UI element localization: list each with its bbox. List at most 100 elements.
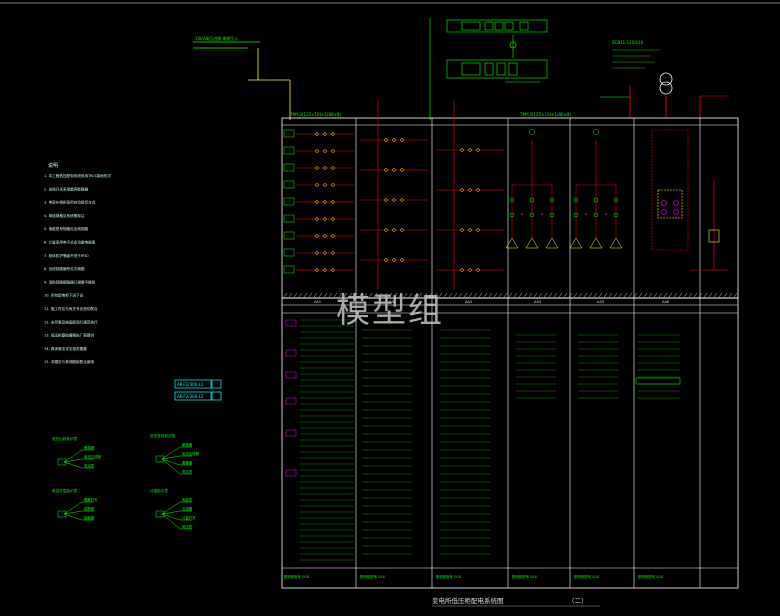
reference-boxes: AK-F2/300-L1 AK-F2/300-L2 xyxy=(174,379,222,401)
hatch-mark xyxy=(703,292,708,298)
hatch-mark xyxy=(558,292,563,298)
breaker-box xyxy=(283,146,295,155)
hatch-mark xyxy=(698,292,703,298)
incoming-cabinet-detail xyxy=(651,129,728,271)
note-line: 2. 出线开关采用塑壳断路器 xyxy=(44,186,89,191)
drawing-title: 变电所低压柜配电系统图 xyxy=(432,596,504,605)
hatch-mark xyxy=(598,292,603,298)
hatch-mark xyxy=(593,292,598,298)
note-line: 13. 低压柜基础槽钢由厂家提供 xyxy=(44,333,94,338)
hatch-mark xyxy=(723,292,728,298)
hatch-mark xyxy=(283,292,288,298)
legend-item: 电流互感器 xyxy=(182,451,200,456)
hatch-mark xyxy=(728,292,733,298)
hatch-mark xyxy=(518,292,523,298)
notes-list: 1. 本工程低压配电系统采用TN-S接地形式 2. 出线开关采用塑壳断路器 3. 电… xyxy=(44,173,111,364)
hatch-mark xyxy=(533,292,538,298)
note-line: 7. 柜体防护等级不低于IP30 xyxy=(44,253,89,258)
hatch-mark xyxy=(448,292,453,298)
hatch-mark xyxy=(473,292,478,298)
hatch-mark xyxy=(603,292,608,298)
cabinet-id: AA1 xyxy=(314,300,321,304)
hatch-mark xyxy=(538,292,543,298)
footer-cells: 配电柜型号 GCK 配电柜型号 GCK 配电柜型号 GCK 配电柜型号 GCK 配电柜型… xyxy=(284,574,664,579)
table-tag xyxy=(285,349,297,357)
hatch-mark xyxy=(548,292,553,298)
legend-leader xyxy=(63,501,83,515)
hatch-mark xyxy=(488,292,493,298)
cabinet-id: AA3 xyxy=(465,300,472,304)
cap-meter xyxy=(593,129,599,135)
legend-item: 电压表 xyxy=(182,524,193,529)
transformer-area: SCB11-1250/10 xyxy=(600,40,730,118)
footer-cell: 配电柜型号 GCK xyxy=(638,574,664,579)
legend-item: 电流互感器 xyxy=(84,454,102,459)
hatch-mark xyxy=(503,292,508,298)
hatch-mark xyxy=(678,292,683,298)
hatch-mark xyxy=(443,292,448,298)
hatch-mark xyxy=(633,292,638,298)
table-note-box xyxy=(635,377,681,385)
hatch-mark xyxy=(693,292,698,298)
hatch-mark xyxy=(303,292,308,298)
hatch-mark xyxy=(458,292,463,298)
note-line: 12. 未尽事宜按国家现行规范执行 xyxy=(44,319,98,324)
hatch-mark xyxy=(288,292,293,298)
note-line: 4. 母线规格见系统图标注 xyxy=(44,213,85,218)
legend-item: 熔断器 xyxy=(84,506,95,511)
footer-cell: 配电柜型号 GCK xyxy=(512,574,538,579)
ref-box-1: AK-F2/300-L1 xyxy=(177,382,204,387)
hatch-mark xyxy=(573,292,578,298)
hatch-mark xyxy=(713,292,718,298)
cabinet-id: AA6 xyxy=(662,300,669,304)
note-line: 15. 本图应与其他图纸配合使用 xyxy=(44,359,94,364)
note-line: 14. 具体做法详见相关图集 xyxy=(44,346,87,351)
table-tag xyxy=(285,319,297,327)
note-line: 6. 计量采用电子式多功能电能表 xyxy=(44,240,96,245)
breaker-box xyxy=(283,248,295,257)
note-line: 3. 电容补偿柜采用自动投切方式 xyxy=(44,200,96,205)
table-tag xyxy=(285,469,297,477)
note-line: 8. 出线回路编号见平面图 xyxy=(44,266,85,271)
breaker-box xyxy=(283,197,295,206)
hatch-mark xyxy=(588,292,593,298)
hatch-mark xyxy=(478,292,483,298)
hatch-mark xyxy=(528,292,533,298)
legend-item: 电流表 xyxy=(84,463,95,468)
top-label: 10kV高压进线 电缆引入 xyxy=(195,35,238,41)
legend-item: 电压表 xyxy=(182,469,193,474)
hatch-mark xyxy=(313,292,318,298)
legend-item: 隔离开关 xyxy=(84,497,98,502)
legend-item: 避雷器 xyxy=(182,460,193,465)
table-tag xyxy=(285,429,297,437)
hatch-mark xyxy=(523,292,528,298)
hatch-mark xyxy=(733,292,738,298)
legend-item: 断路器 xyxy=(182,442,193,447)
hatch-mark xyxy=(623,292,628,298)
legend-leader xyxy=(161,446,181,460)
hatch-mark xyxy=(508,292,513,298)
breaker-box xyxy=(283,163,295,172)
capacitor-banks xyxy=(505,129,623,249)
legend-leader xyxy=(63,461,83,469)
note-line: 5. 电缆型号规格见出线回路 xyxy=(44,226,89,231)
hatch-mark xyxy=(688,292,693,298)
footer-cell: 配电柜型号 GCK xyxy=(360,574,386,579)
hatch-mark xyxy=(308,292,313,298)
hatch-mark xyxy=(513,292,518,298)
hatch-mark xyxy=(718,292,723,298)
breaker-box xyxy=(283,231,295,240)
hatch-mark xyxy=(293,292,298,298)
capacitor-symbol xyxy=(569,237,583,249)
ref-box-2: AK-F2/300-L2 xyxy=(177,394,204,399)
legend-leader xyxy=(161,458,181,466)
hatch-mark xyxy=(578,292,583,298)
hatch-mark xyxy=(708,292,713,298)
note-line: 11. 施工时应与有关专业密切配合 xyxy=(44,306,98,311)
table-tag xyxy=(285,371,297,379)
capacitor-symbol xyxy=(609,237,623,249)
legend-groups: 低压出线柜示意断路器电流互感器电流表低压进线柜示意断路器电流互感器避雷器电压表电… xyxy=(52,433,200,530)
hatch-mark xyxy=(653,292,658,298)
top-incoming: 10kV高压进线 电缆引入 xyxy=(193,18,548,120)
breaker-box xyxy=(283,214,295,223)
